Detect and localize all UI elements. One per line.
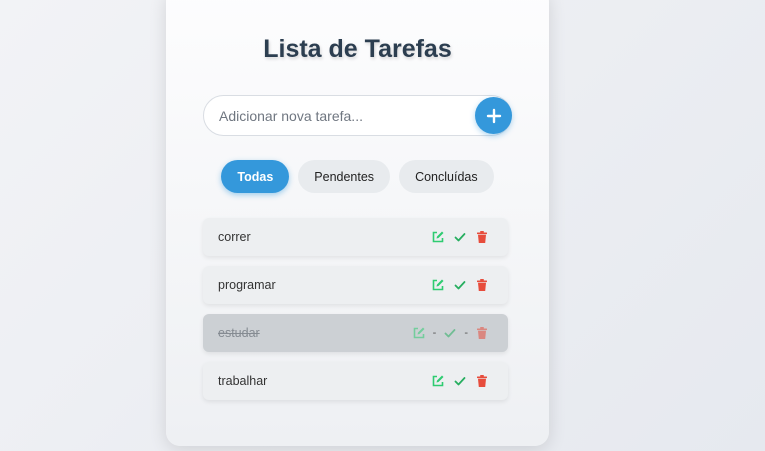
filter-bar: Todas Pendentes Concluídas xyxy=(166,160,549,193)
edit-icon[interactable] xyxy=(411,325,427,341)
filter-pending-button[interactable]: Pendentes xyxy=(298,160,391,193)
task-item-completed: estudar - - xyxy=(203,314,508,352)
trash-icon[interactable] xyxy=(474,277,490,293)
filter-all-button[interactable]: Todas xyxy=(221,160,290,193)
action-separator: - xyxy=(464,327,468,339)
check-icon[interactable] xyxy=(452,277,468,293)
trash-icon[interactable] xyxy=(474,373,490,389)
check-icon[interactable] xyxy=(452,229,468,245)
edit-icon[interactable] xyxy=(430,373,446,389)
check-icon[interactable] xyxy=(442,325,458,341)
task-text: programar xyxy=(218,278,276,292)
task-actions xyxy=(430,277,490,293)
edit-icon[interactable] xyxy=(430,229,446,245)
trash-icon[interactable] xyxy=(474,229,490,245)
filter-completed-button[interactable]: Concluídas xyxy=(399,160,494,193)
new-task-form xyxy=(203,95,512,136)
task-actions xyxy=(430,373,490,389)
page-title: Lista de Tarefas xyxy=(263,35,452,63)
task-text: estudar xyxy=(218,326,260,340)
edit-icon[interactable] xyxy=(430,277,446,293)
check-icon[interactable] xyxy=(452,373,468,389)
task-actions xyxy=(430,229,490,245)
task-item: trabalhar xyxy=(203,362,508,400)
trash-icon[interactable] xyxy=(474,325,490,341)
new-task-input[interactable] xyxy=(203,95,512,136)
task-text: trabalhar xyxy=(218,374,268,388)
plus-icon xyxy=(486,108,501,123)
task-text: correr xyxy=(218,230,251,244)
todo-card: Lista de Tarefas Todas Pendentes Concluí… xyxy=(166,0,549,446)
action-separator: - xyxy=(432,327,437,339)
add-task-button[interactable] xyxy=(475,97,512,134)
task-item: programar xyxy=(203,266,508,304)
task-item: correr xyxy=(203,218,508,256)
task-actions: - - xyxy=(411,325,490,341)
task-list: correr programar estudar - - trabalhar xyxy=(203,218,508,410)
